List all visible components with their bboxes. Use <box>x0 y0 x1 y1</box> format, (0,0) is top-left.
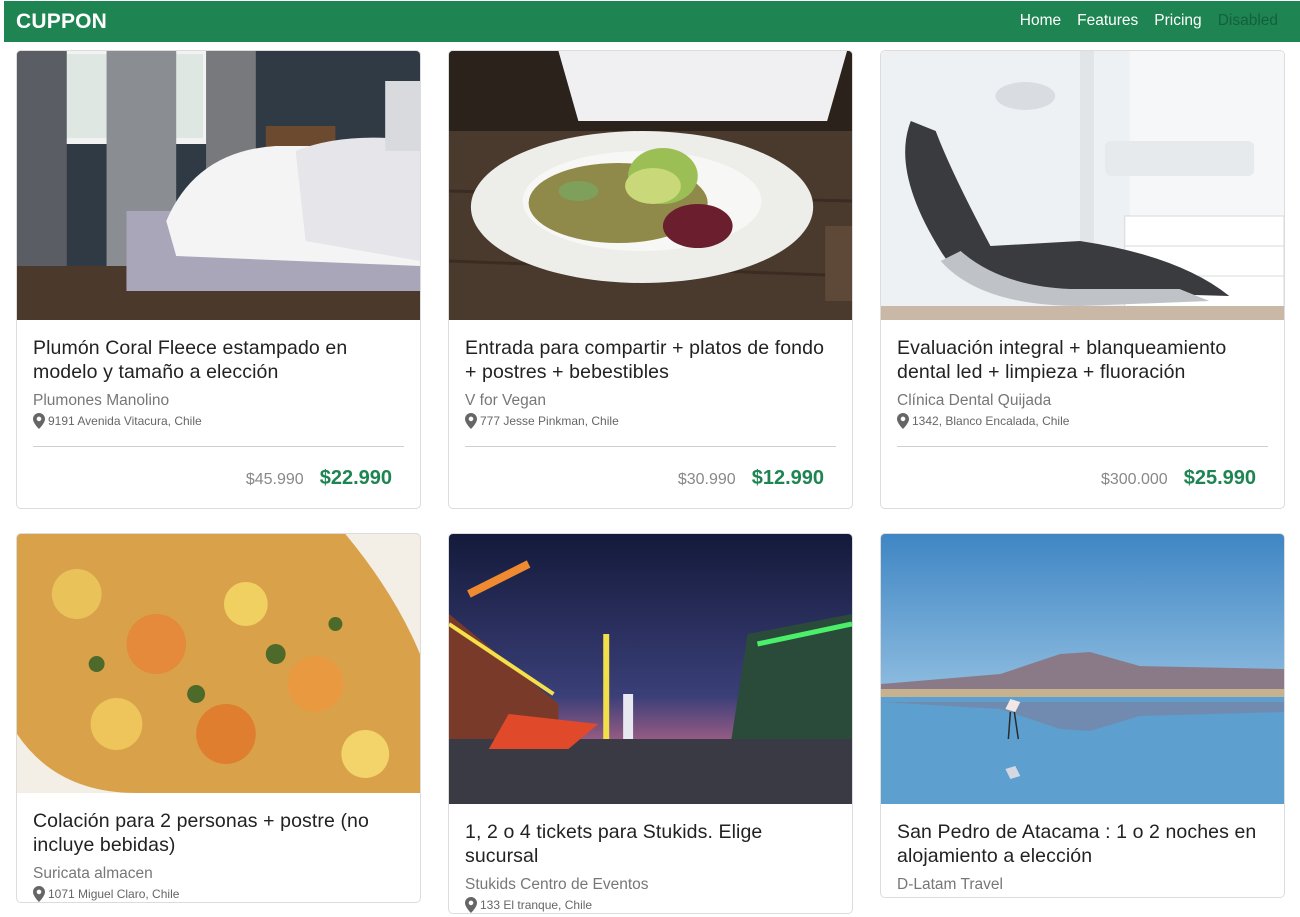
new-price: $22.990 <box>319 467 392 489</box>
deal-card[interactable]: Colación para 2 personas + postre (no in… <box>16 533 421 903</box>
deal-image-rice-dish[interactable] <box>17 534 420 793</box>
deal-image-night-fair[interactable] <box>449 534 852 804</box>
deal-title[interactable]: 1, 2 o 4 tickets para Stukids. Elige suc… <box>465 820 836 868</box>
deal-address-text: 777 Jesse Pinkman, Chile <box>480 414 619 428</box>
deal-address-text: 9191 Avenida Vitacura, Chile <box>48 414 202 428</box>
deal-merchant: V for Vegan <box>465 392 547 409</box>
deal-title[interactable]: Entrada para compartir + platos de fondo… <box>465 336 836 384</box>
deal-address-text: 1342, Blanco Encalada, Chile <box>912 414 1070 428</box>
location-pin-icon <box>465 413 477 429</box>
deal-title[interactable]: Colación para 2 personas + postre (no in… <box>33 809 404 857</box>
deal-card[interactable]: Plumón Coral Fleece estampado en modelo … <box>16 50 421 509</box>
new-price: $25.990 <box>1183 467 1256 489</box>
deal-title[interactable]: San Pedro de Atacama : 1 o 2 noches en a… <box>897 820 1268 868</box>
brand-logo[interactable]: CUPPON <box>16 10 107 34</box>
deal-card[interactable]: 1, 2 o 4 tickets para Stukids. Elige suc… <box>448 533 853 914</box>
nav-pricing[interactable]: Pricing <box>1154 12 1201 30</box>
deal-prices: $300.000 $25.990 <box>897 447 1268 508</box>
nav-features[interactable]: Features <box>1077 12 1138 30</box>
location-pin-icon <box>897 413 909 429</box>
deal-image-dental[interactable] <box>881 51 1284 320</box>
nav-links: Home Features Pricing Disabled <box>1004 12 1278 30</box>
location-pin-icon <box>465 897 477 913</box>
old-price: $30.990 <box>677 471 736 488</box>
nav-home[interactable]: Home <box>1020 12 1061 30</box>
deal-address: 1342, Blanco Encalada, Chile <box>897 413 1268 429</box>
deal-address: 9191 Avenida Vitacura, Chile <box>33 413 404 429</box>
deal-prices: $30.990 $12.990 <box>465 447 836 508</box>
deal-merchant: Suricata almacen <box>33 865 153 882</box>
deal-image-atacama[interactable] <box>881 534 1284 804</box>
deal-address-text: 133 El tranque, Chile <box>480 898 593 912</box>
deal-title[interactable]: Plumón Coral Fleece estampado en modelo … <box>33 336 404 384</box>
deal-merchant: Clínica Dental Quijada <box>897 392 1052 409</box>
new-price: $12.990 <box>751 467 824 489</box>
old-price: $300.000 <box>1100 471 1168 488</box>
deal-merchant: D-Latam Travel <box>897 876 1003 893</box>
navbar: CUPPON Home Features Pricing Disabled <box>4 1 1300 42</box>
deal-merchant: Stukids Centro de Eventos <box>465 876 649 893</box>
deal-title[interactable]: Evaluación integral + blanqueamiento den… <box>897 336 1268 384</box>
nav-disabled: Disabled <box>1217 12 1278 29</box>
deal-prices: $45.990 $22.990 <box>33 447 404 508</box>
deal-address: 133 El tranque, Chile <box>465 897 836 913</box>
deal-address-text: 1071 Miguel Claro, Chile <box>48 887 180 901</box>
deal-image-salad[interactable] <box>449 51 852 320</box>
deal-address: 777 Jesse Pinkman, Chile <box>465 413 836 429</box>
deal-card[interactable]: San Pedro de Atacama : 1 o 2 noches en a… <box>880 533 1285 898</box>
deal-card[interactable]: Evaluación integral + blanqueamiento den… <box>880 50 1285 509</box>
old-price: $45.990 <box>245 471 304 488</box>
deal-merchant: Plumones Manolino <box>33 392 170 409</box>
location-pin-icon <box>33 413 45 429</box>
location-pin-icon <box>33 886 45 902</box>
deal-address: 1071 Miguel Claro, Chile <box>33 886 404 902</box>
deal-image-bedroom[interactable] <box>17 51 420 320</box>
deal-card[interactable]: Entrada para compartir + platos de fondo… <box>448 50 853 509</box>
